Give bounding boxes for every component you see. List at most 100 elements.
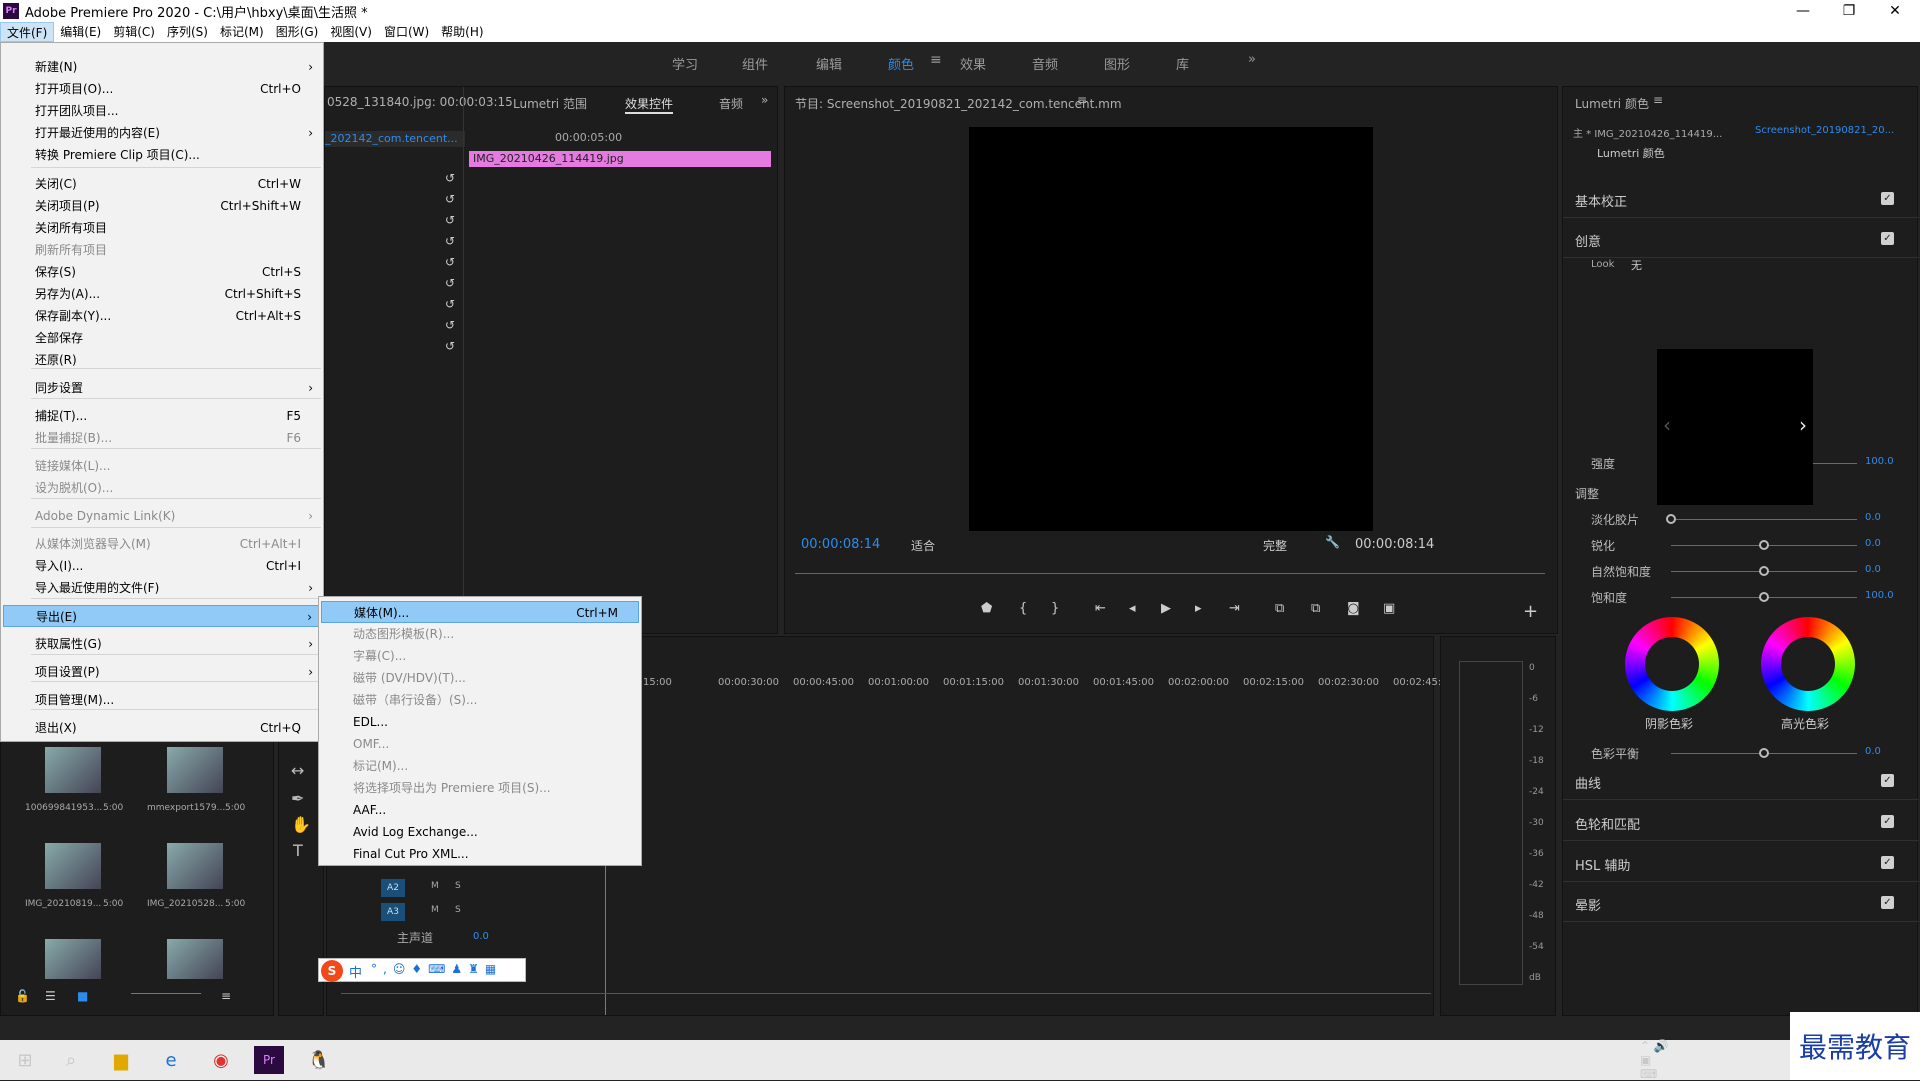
file-menu-item-25[interactable]: 项目设置(P) › (3, 661, 321, 683)
menu-3[interactable]: 序列(S) (161, 22, 214, 42)
export-menu-item-7[interactable]: 标记(M)... (321, 755, 639, 777)
media-thumbnail[interactable] (167, 747, 223, 793)
transport-button-4-icon[interactable]: ◂ (1129, 601, 1136, 616)
panel-menu-icon[interactable]: ≡ (1077, 93, 1087, 107)
effect-controls-tab[interactable]: 效果控件 (625, 95, 674, 114)
tray-icons[interactable]: ⌃ 🔊 ▣ ⌨ (1640, 1039, 1670, 1081)
balance-value[interactable]: 0.0 (1865, 746, 1881, 757)
file-menu-item-4[interactable]: 转换 Premiere Clip 项目(C)... (3, 144, 321, 166)
menu-5[interactable]: 图形(G) (270, 22, 325, 42)
transport-button-10-icon[interactable]: ◙ (1347, 601, 1360, 616)
wheels-enable-checkbox[interactable]: ✓ (1881, 815, 1894, 828)
playhead-timecode[interactable]: 00:00:08:14 (801, 537, 880, 552)
menu-1[interactable]: 编辑(E) (54, 22, 107, 42)
file-menu-item-27[interactable]: 退出(X) Ctrl+Q (3, 717, 321, 739)
file-menu-item-9[interactable]: 保存(S) Ctrl+S (3, 261, 321, 283)
file-menu-item-20[interactable]: 从媒体浏览器导入(M) Ctrl+Alt+I (3, 533, 321, 555)
sharpen-slider-knob[interactable] (1759, 540, 1769, 550)
search-icon[interactable]: ⌕ (56, 1046, 86, 1074)
minimize-button[interactable]: — (1780, 0, 1826, 22)
file-menu-item-3[interactable]: 打开最近使用的内容(E) › (3, 122, 321, 144)
reset-parameter-icon[interactable]: ↺ (445, 297, 455, 311)
sogou-logo-icon[interactable]: S (321, 960, 343, 982)
transport-button-7-icon[interactable]: ⇥ (1229, 601, 1240, 616)
file-menu-item-17[interactable]: 链接媒体(L)... (3, 455, 321, 477)
export-menu-item-11[interactable]: Final Cut Pro XML... (321, 843, 639, 865)
reset-parameter-icon[interactable]: ↺ (445, 213, 455, 227)
workspace-tab-7[interactable]: 库 (1176, 54, 1189, 73)
media-thumbnail[interactable] (45, 939, 101, 979)
premiere-taskbar-icon[interactable]: Pr (254, 1046, 284, 1074)
menu-8[interactable]: 帮助(H) (435, 22, 489, 42)
section-vignette[interactable]: 晕影 (1575, 895, 1601, 914)
mute-button[interactable]: M (431, 905, 439, 915)
ime-tools-icon[interactable]: °,☺♦⌨♟♜▦ (371, 962, 502, 976)
clip-selector[interactable]: Screenshot_20190821_20... (1755, 125, 1894, 136)
clip-bar[interactable]: IMG_20210426_114419.jpg (469, 151, 771, 167)
section-basic[interactable]: 基本校正 (1575, 191, 1627, 210)
ime-toolbar[interactable]: S 中 °,☺♦⌨♟♜▦ (318, 958, 526, 982)
file-menu-item-5[interactable]: 关闭(C) Ctrl+W (3, 173, 321, 195)
reset-parameter-icon[interactable]: ↺ (445, 234, 455, 248)
reset-parameter-icon[interactable]: ↺ (445, 318, 455, 332)
master-clip-label[interactable]: 主 * IMG_20210426_114419... (1573, 125, 1722, 140)
file-menu-item-23[interactable]: 导出(E) › (3, 605, 321, 627)
lumetri-scopes-tab[interactable]: Lumetri 范围 (513, 95, 587, 112)
export-menu-item-0[interactable]: 媒体(M)... Ctrl+M (321, 601, 639, 623)
windows-start-icon[interactable]: ⊞ (10, 1046, 40, 1074)
workspace-tab-5[interactable]: 音频 (1032, 54, 1058, 73)
file-menu-item-13[interactable]: 还原(R) (3, 349, 321, 371)
workspace-tab-3[interactable]: 颜色 (888, 54, 914, 73)
slip-tool-icon[interactable]: ↔ (291, 761, 304, 780)
look-select[interactable]: 无 (1631, 257, 1642, 273)
track-target-A3[interactable]: A3 (381, 903, 405, 921)
saturation-value[interactable]: 100.0 (1865, 590, 1894, 601)
workspace-tab-2[interactable]: 编辑 (816, 54, 842, 73)
file-menu-item-15[interactable]: 捕捉(T)... F5 (3, 405, 321, 427)
qq-icon[interactable]: 🐧 (304, 1046, 334, 1074)
panel-menu-icon[interactable]: ≡ (1653, 93, 1663, 107)
icon-view-icon[interactable]: ■ (77, 989, 88, 1003)
export-menu-item-2[interactable]: 字幕(C)... (321, 645, 639, 667)
transport-button-11-icon[interactable]: ▣ (1383, 601, 1395, 616)
menu-0[interactable]: 文件(F) (0, 22, 55, 42)
sort-icon[interactable]: ≡ (221, 989, 231, 1003)
section-wheels[interactable]: 色轮和匹配 (1575, 814, 1640, 833)
track-target-A2[interactable]: A2 (381, 879, 405, 897)
transport-button-9-icon[interactable]: ⧉ (1311, 601, 1320, 616)
file-menu-item-7[interactable]: 关闭所有项目 (3, 217, 321, 239)
timeline-scrollbar[interactable] (341, 993, 1431, 994)
file-menu-item-12[interactable]: 全部保存 (3, 327, 321, 349)
shadow-color-wheel[interactable] (1625, 617, 1719, 711)
media-thumbnail[interactable] (167, 939, 223, 979)
zoom-select[interactable]: 适合 (911, 537, 935, 554)
curves-enable-checkbox[interactable]: ✓ (1881, 774, 1894, 787)
file-menu-item-11[interactable]: 保存副本(Y)... Ctrl+Alt+S (3, 305, 321, 327)
export-menu-item-10[interactable]: Avid Log Exchange... (321, 821, 639, 843)
workspace-tab-1[interactable]: 组件 (742, 54, 768, 73)
file-menu-item-18[interactable]: 设为脱机(O)... (3, 477, 321, 499)
file-menu-item-19[interactable]: Adobe Dynamic Link(K) › (3, 505, 321, 527)
media-thumbnail[interactable] (45, 747, 101, 793)
close-button[interactable]: ✕ (1872, 0, 1918, 22)
section-curves[interactable]: 曲线 (1575, 773, 1601, 792)
source-tab[interactable]: 0528_131840.jpg: 00:00:03:15 (327, 95, 513, 109)
more-workspaces-icon[interactable]: » (1248, 52, 1256, 67)
media-thumbnail[interactable] (45, 843, 101, 889)
add-button-icon[interactable]: + (1523, 601, 1538, 622)
transport-button-5-icon[interactable]: ▶ (1161, 601, 1171, 616)
export-menu-item-1[interactable]: 动态图形模板(R)... (321, 623, 639, 645)
highlight-color-wheel[interactable] (1761, 617, 1855, 711)
settings-wrench-icon[interactable]: 🔧 (1325, 535, 1340, 549)
transport-button-6-icon[interactable]: ▸ (1195, 601, 1202, 616)
master-volume[interactable]: 0.0 (473, 931, 489, 942)
file-menu-item-6[interactable]: 关闭项目(P) Ctrl+Shift+W (3, 195, 321, 217)
workspace-tab-4[interactable]: 效果 (960, 54, 986, 73)
file-menu-item-8[interactable]: 刷新所有项目 (3, 239, 321, 261)
vibrance-slider-knob[interactable] (1759, 566, 1769, 576)
mute-button[interactable]: M (431, 881, 439, 891)
export-menu-item-3[interactable]: 磁带 (DV/HDV)(T)... (321, 667, 639, 689)
section-creative[interactable]: 创意 (1575, 231, 1601, 250)
reset-parameter-icon[interactable]: ↺ (445, 339, 455, 353)
menu-4[interactable]: 标记(M) (214, 22, 270, 42)
